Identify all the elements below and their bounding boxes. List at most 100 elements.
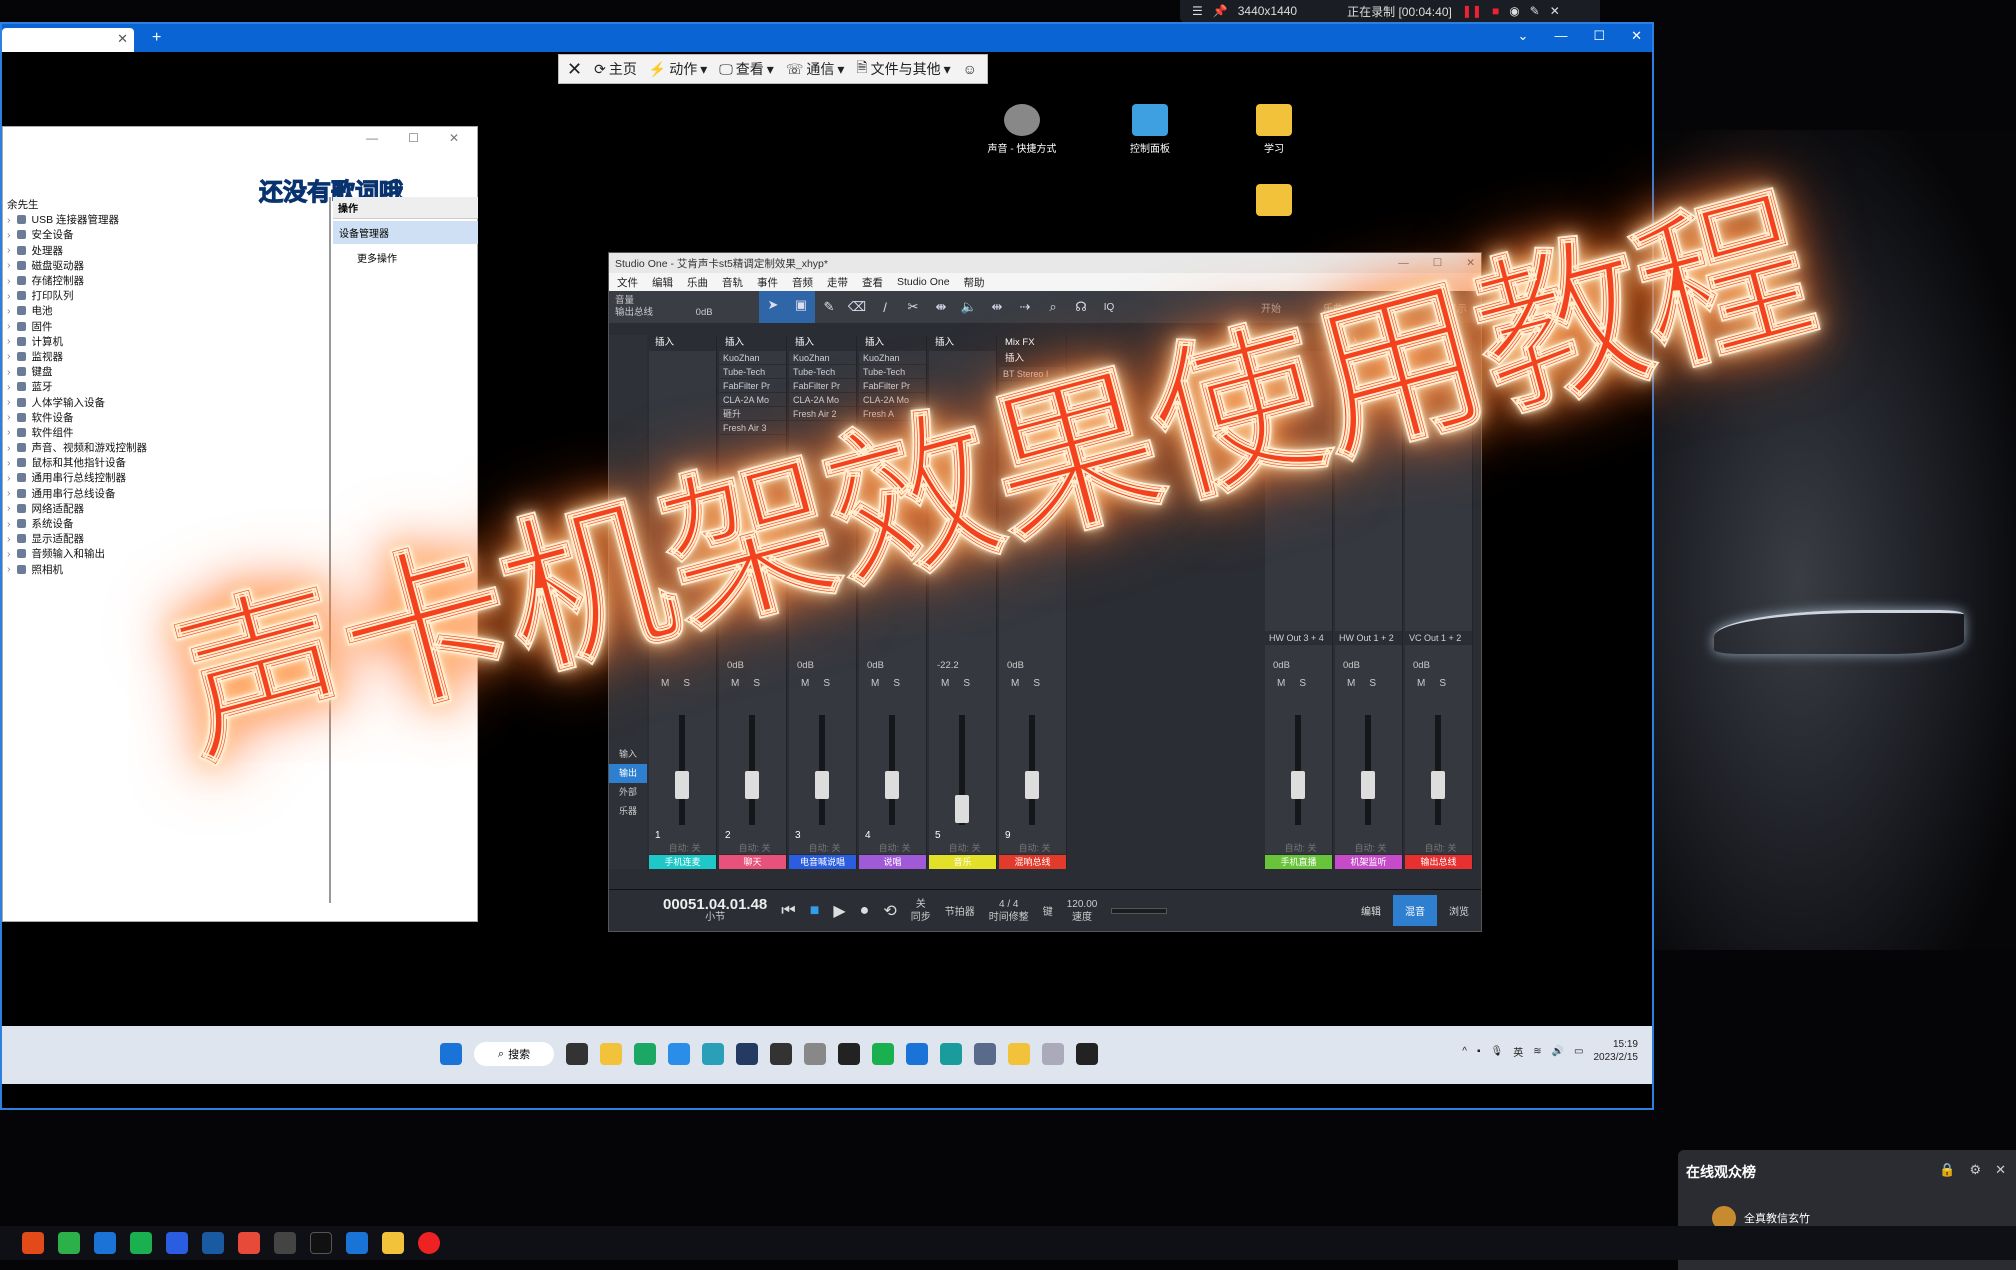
mute-button[interactable]: M xyxy=(1417,678,1425,689)
record-app-icon[interactable] xyxy=(418,1232,440,1254)
channel-automation[interactable]: 自动: 关 xyxy=(929,841,996,855)
tiktok-icon[interactable] xyxy=(310,1232,332,1254)
app-icon[interactable] xyxy=(274,1232,296,1254)
channel-fader-cap[interactable] xyxy=(745,771,759,799)
toolbar-view[interactable]: 🖵 查看 ▾ xyxy=(719,59,774,79)
device-category[interactable]: › 通用串行总线控制器 xyxy=(3,470,329,485)
device-category[interactable]: › 照相机 xyxy=(3,562,329,577)
app-icon[interactable] xyxy=(770,1043,792,1065)
mute-tool-icon[interactable]: ✂ xyxy=(899,293,927,321)
mic-icon[interactable]: 🎙 xyxy=(1491,1046,1504,1057)
channel-insert-header[interactable]: 插入 xyxy=(1405,335,1472,351)
bend-tool-icon[interactable]: ⇹ xyxy=(983,293,1011,321)
channel-automation[interactable]: 自动: 关 xyxy=(1405,841,1472,855)
toolbar-home[interactable]: ⟳ 主页 xyxy=(594,59,637,79)
pin-icon[interactable]: 📌 xyxy=(1213,4,1228,18)
solo-button[interactable]: S xyxy=(1299,678,1306,689)
device-category[interactable]: › 软件设备 xyxy=(3,410,329,425)
solo-button[interactable]: S xyxy=(963,678,970,689)
chevron-down-icon[interactable]: ⌄ xyxy=(1518,28,1529,44)
minimize-icon[interactable]: — xyxy=(366,131,378,147)
device-category[interactable]: › 计算机 xyxy=(3,334,329,349)
device-category[interactable]: › 监视器 xyxy=(3,349,329,364)
channel-plugin-slot[interactable]: Tube-Tech xyxy=(719,365,786,379)
device-category[interactable]: › 音频输入和输出 xyxy=(3,546,329,561)
device-category[interactable]: › 固件 xyxy=(3,319,329,334)
listen-tool-icon[interactable]: ⇢ xyxy=(1011,293,1039,321)
app-icon[interactable] xyxy=(736,1043,758,1065)
channel-insert-header[interactable]: 插入 xyxy=(649,335,716,351)
channel-automation[interactable]: 自动: 关 xyxy=(789,841,856,855)
channel-automation[interactable]: 自动: 关 xyxy=(859,841,926,855)
s1-menu-item[interactable]: 乐曲 xyxy=(687,275,708,290)
speaker-tool-icon[interactable]: 🔈 xyxy=(955,293,983,321)
channel-fader-cap[interactable] xyxy=(675,771,689,799)
loop-icon[interactable]: ⟲ xyxy=(883,901,896,921)
pencil-tool-icon[interactable]: ✎ xyxy=(815,293,843,321)
channel-plugin-slot[interactable]: FabFilter Pr xyxy=(719,379,786,393)
solo-button[interactable]: S xyxy=(1439,678,1446,689)
channel-plugin-slot[interactable]: KuoZhan xyxy=(859,351,926,365)
channel-fader-cap[interactable] xyxy=(815,771,829,799)
channel-fader-cap[interactable] xyxy=(885,771,899,799)
channel-plugin-slot[interactable]: Tube-Tech xyxy=(789,365,856,379)
channel-automation[interactable]: 自动: 关 xyxy=(1265,841,1332,855)
maximize-icon[interactable]: ☐ xyxy=(408,131,419,147)
tray-app-icon[interactable]: ▪ xyxy=(1477,1046,1481,1057)
desktop-icon-folder[interactable] xyxy=(1234,184,1314,220)
wechat-icon[interactable] xyxy=(872,1043,894,1065)
iq-icon[interactable]: IQ xyxy=(1095,293,1123,321)
windows-start-icon[interactable] xyxy=(440,1043,462,1065)
toolbar-files[interactable]: 🗎 文件与其他 ▾ xyxy=(856,57,950,81)
arrow-tool-icon[interactable]: ➤ xyxy=(759,291,787,319)
channel-plugin-slot[interactable]: CLA-2A Mo xyxy=(719,393,786,407)
record-icon[interactable]: ● xyxy=(860,902,870,920)
stop-icon[interactable]: ■ xyxy=(1492,4,1499,18)
emoji-icon[interactable]: ☺ xyxy=(963,61,977,77)
device-category[interactable]: › 通用串行总线设备 xyxy=(3,486,329,501)
channel-plugin-slot[interactable]: 砸升 xyxy=(719,407,786,421)
actions-device-manager[interactable]: 设备管理器 xyxy=(333,221,478,244)
s1-menu-item[interactable]: 查看 xyxy=(862,275,883,290)
channel-plugin-slot[interactable]: FabFilter Pr xyxy=(859,379,926,393)
channel-insert-header[interactable]: 插入 xyxy=(789,335,856,351)
range-tool-icon[interactable]: ▣ xyxy=(787,291,815,319)
solo-button[interactable]: S xyxy=(893,678,900,689)
close-icon[interactable]: ✕ xyxy=(449,131,459,147)
play-icon[interactable]: ▶ xyxy=(833,901,845,921)
menu-icon[interactable]: ☰ xyxy=(1192,4,1203,18)
device-category[interactable]: › USB 连接器管理器 xyxy=(3,212,329,227)
channel-insert-header[interactable]: 插入 xyxy=(929,335,996,351)
view-tab[interactable]: 浏览 xyxy=(1437,895,1481,926)
toolbar-comm[interactable]: ☏ 通信 ▾ xyxy=(786,59,845,79)
minimize-icon[interactable]: — xyxy=(1398,257,1409,269)
office-icon[interactable] xyxy=(22,1232,44,1254)
rewind-icon[interactable]: ⏮ xyxy=(781,902,795,920)
teamviewer-icon[interactable] xyxy=(906,1043,928,1065)
edge-icon[interactable] xyxy=(668,1043,690,1065)
chevron-up-icon[interactable]: ^ xyxy=(1462,1046,1467,1057)
channel-fader-cap[interactable] xyxy=(1291,771,1305,799)
camera-icon[interactable]: ◉ xyxy=(1509,4,1519,18)
device-category[interactable]: › 声音、视频和游戏控制器 xyxy=(3,440,329,455)
solo-button[interactable]: S xyxy=(823,678,830,689)
volume-icon[interactable]: 🔊 xyxy=(1552,1046,1564,1057)
channel-plugin-slot[interactable]: KuoZhan xyxy=(719,351,786,365)
s1-menu-item[interactable]: 帮助 xyxy=(964,275,985,290)
channel-plugin-slot[interactable]: CLA-2A Mo xyxy=(789,393,856,407)
channel-automation[interactable]: 自动: 关 xyxy=(719,841,786,855)
s1-menu-item[interactable]: 文件 xyxy=(617,275,638,290)
channel-fader-cap[interactable] xyxy=(1025,771,1039,799)
device-category[interactable]: › 网络适配器 xyxy=(3,501,329,516)
zoom-tool-icon[interactable]: ⌕ xyxy=(1039,293,1067,321)
channel-plugin-slot[interactable]: KuoZhan xyxy=(789,351,856,365)
channel-mixfx-header[interactable]: Mix FX xyxy=(999,335,1066,351)
channel-label[interactable]: 混响总线 xyxy=(999,855,1066,869)
paint-tool-icon[interactable]: / xyxy=(871,293,899,321)
s1-menu-item[interactable]: 事件 xyxy=(757,275,778,290)
solo-button[interactable]: S xyxy=(1033,678,1040,689)
channel-label[interactable]: 说唱 xyxy=(859,855,926,869)
app-icon[interactable] xyxy=(58,1232,80,1254)
mute-button[interactable]: M xyxy=(1011,678,1019,689)
channel-label[interactable]: 手机连麦 xyxy=(649,855,716,869)
